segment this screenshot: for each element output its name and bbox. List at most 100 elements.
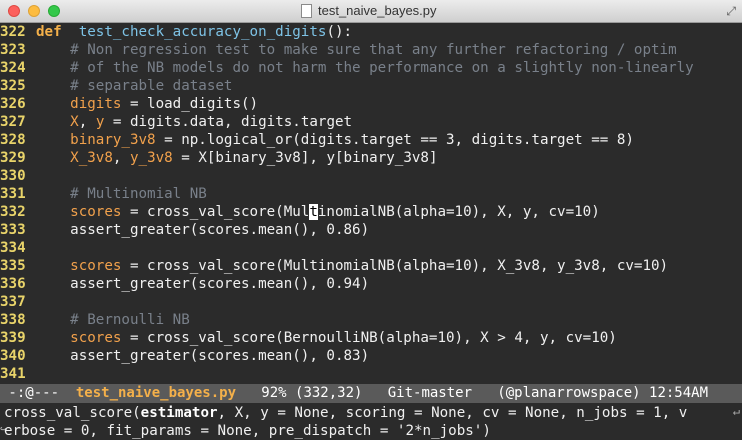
code-token: # separable dataset — [70, 78, 233, 94]
echo-text: cross_val_score( — [4, 405, 141, 421]
code-token: X_3v8 — [70, 150, 113, 166]
code-token: # Non regression test to make sure that … — [70, 42, 677, 58]
code-editor[interactable]: 322 def test_check_accuracy_on_digits(): 3… — [0, 23, 742, 383]
code-token: = cross_val_score(BernoulliNB(alpha=10),… — [121, 330, 617, 346]
code-token: scores — [70, 204, 122, 220]
line-number: 336 — [0, 276, 26, 292]
text-cursor: t — [309, 204, 318, 220]
code-line[interactable]: 335 scores = cross_val_score(Multinomial… — [0, 257, 668, 275]
code-line[interactable]: 337 — [0, 293, 36, 311]
line-number: 339 — [0, 330, 26, 346]
code-line[interactable]: 327 X, y = digits.data, digits.target — [0, 113, 352, 131]
code-token: scores — [70, 258, 122, 274]
echo-line-2: erbose = 0, fit_params = None, pre_dispa… — [4, 423, 491, 439]
code-token: # Multinomial NB — [70, 186, 207, 202]
code-token: test_check_accuracy_on_digits — [78, 24, 327, 40]
echo-current-arg: estimator — [140, 405, 218, 421]
code-line[interactable]: 325 # separable dataset — [0, 77, 232, 95]
code-token: binary_3v8 — [70, 132, 156, 148]
code-token: = load_digits() — [121, 96, 259, 112]
line-wrap-right-icon: ↵ — [732, 404, 740, 418]
line-number: 333 — [0, 222, 26, 238]
code-token: assert_greater(scores.mean(), 0.86) — [36, 222, 370, 238]
line-number: 323 — [0, 42, 26, 58]
line-number: 328 — [0, 132, 26, 148]
code-line[interactable]: 324 # of the NB models do not harm the p… — [0, 59, 694, 77]
line-number: 337 — [0, 294, 26, 310]
line-number: 332 — [0, 204, 26, 220]
code-line[interactable]: 322 def test_check_accuracy_on_digits(): — [0, 23, 352, 41]
code-token: X — [70, 114, 79, 130]
line-number: 341 — [0, 366, 26, 382]
code-token: def — [36, 24, 62, 40]
code-token: # of the NB models do not harm the perfo… — [70, 60, 694, 76]
code-token: assert_greater(scores.mean(), 0.83) — [36, 348, 370, 364]
code-line[interactable]: 323 # Non regression test to make sure t… — [0, 41, 677, 59]
code-line[interactable]: 329 X_3v8, y_3v8 = X[binary_3v8], y[bina… — [0, 149, 438, 167]
code-token: = X[binary_3v8], y[binary_3v8] — [172, 150, 438, 166]
mode-line-info: 92% (332,32) Git-master (@planarrowspace… — [236, 385, 709, 401]
window-title: test_naive_bayes.py — [318, 3, 437, 18]
echo-area: cross_val_score(estimator, X, y = None, … — [0, 403, 742, 440]
code-line[interactable]: 332 scores = cross_val_score(Multinomial… — [0, 203, 600, 221]
mode-line-buffer-name: test_naive_bayes.py — [75, 385, 237, 401]
code-line[interactable]: 340 assert_greater(scores.mean(), 0.83) — [0, 347, 369, 365]
line-number: 334 — [0, 240, 26, 256]
code-line[interactable]: 330 — [0, 167, 36, 185]
code-line[interactable]: 328 binary_3v8 = np.logical_or(digits.ta… — [0, 131, 634, 149]
code-line[interactable]: 341 — [0, 365, 36, 383]
code-token: , — [112, 150, 130, 166]
line-number: 324 — [0, 60, 26, 76]
echo-line-1: cross_val_score(estimator, X, y = None, … — [4, 404, 687, 422]
code-token: inomialNB(alpha=10), X, y, cv=10) — [317, 204, 600, 220]
line-number: 329 — [0, 150, 26, 166]
close-window-button[interactable] — [8, 5, 20, 17]
line-number: 335 — [0, 258, 26, 274]
code-token: (): — [326, 24, 353, 40]
document-icon — [301, 4, 312, 18]
code-line[interactable]: 339 scores = cross_val_score(BernoulliNB… — [0, 329, 617, 347]
code-token: y_3v8 — [129, 150, 173, 166]
code-token: = cross_val_score(Mul — [121, 204, 310, 220]
code-token: = np.logical_or(digits.target == 3, digi… — [155, 132, 634, 148]
zoom-window-button[interactable] — [48, 5, 60, 17]
title-bar: test_naive_bayes.py ⤢ — [0, 0, 742, 23]
code-token: assert_greater(scores.mean(), 0.94) — [36, 276, 370, 292]
line-number: 330 — [0, 168, 26, 184]
echo-text: , X, y = None, scoring = None, cv = None… — [217, 405, 688, 421]
code-line[interactable]: 338 # Bernoulli NB — [0, 311, 190, 329]
line-number: 331 — [0, 186, 26, 202]
minimize-window-button[interactable] — [28, 5, 40, 17]
code-line[interactable]: 334 — [0, 239, 36, 257]
code-token: = digits.data, digits.target — [104, 114, 353, 130]
code-token: , — [78, 114, 96, 130]
line-number: 327 — [0, 114, 26, 130]
fullscreen-icon[interactable]: ⤢ — [726, 4, 736, 19]
code-token: # Bernoulli NB — [70, 312, 190, 328]
code-line[interactable]: 331 # Multinomial NB — [0, 185, 207, 203]
line-number: 322 — [0, 24, 26, 40]
mode-line: -:@--- test_naive_bayes.py 92% (332,32) … — [0, 384, 742, 403]
code-token: digits — [70, 96, 122, 112]
code-line[interactable]: 336 assert_greater(scores.mean(), 0.94) — [0, 275, 369, 293]
code-token: scores — [70, 330, 122, 346]
mode-line-status: -:@--- — [0, 385, 76, 401]
code-token: = cross_val_score(MultinomialNB(alpha=10… — [121, 258, 669, 274]
code-line[interactable]: 333 assert_greater(scores.mean(), 0.86) — [0, 221, 369, 239]
line-number: 338 — [0, 312, 26, 328]
line-number: 325 — [0, 78, 26, 94]
code-line[interactable]: 326 digits = load_digits() — [0, 95, 258, 113]
line-number: 326 — [0, 96, 26, 112]
